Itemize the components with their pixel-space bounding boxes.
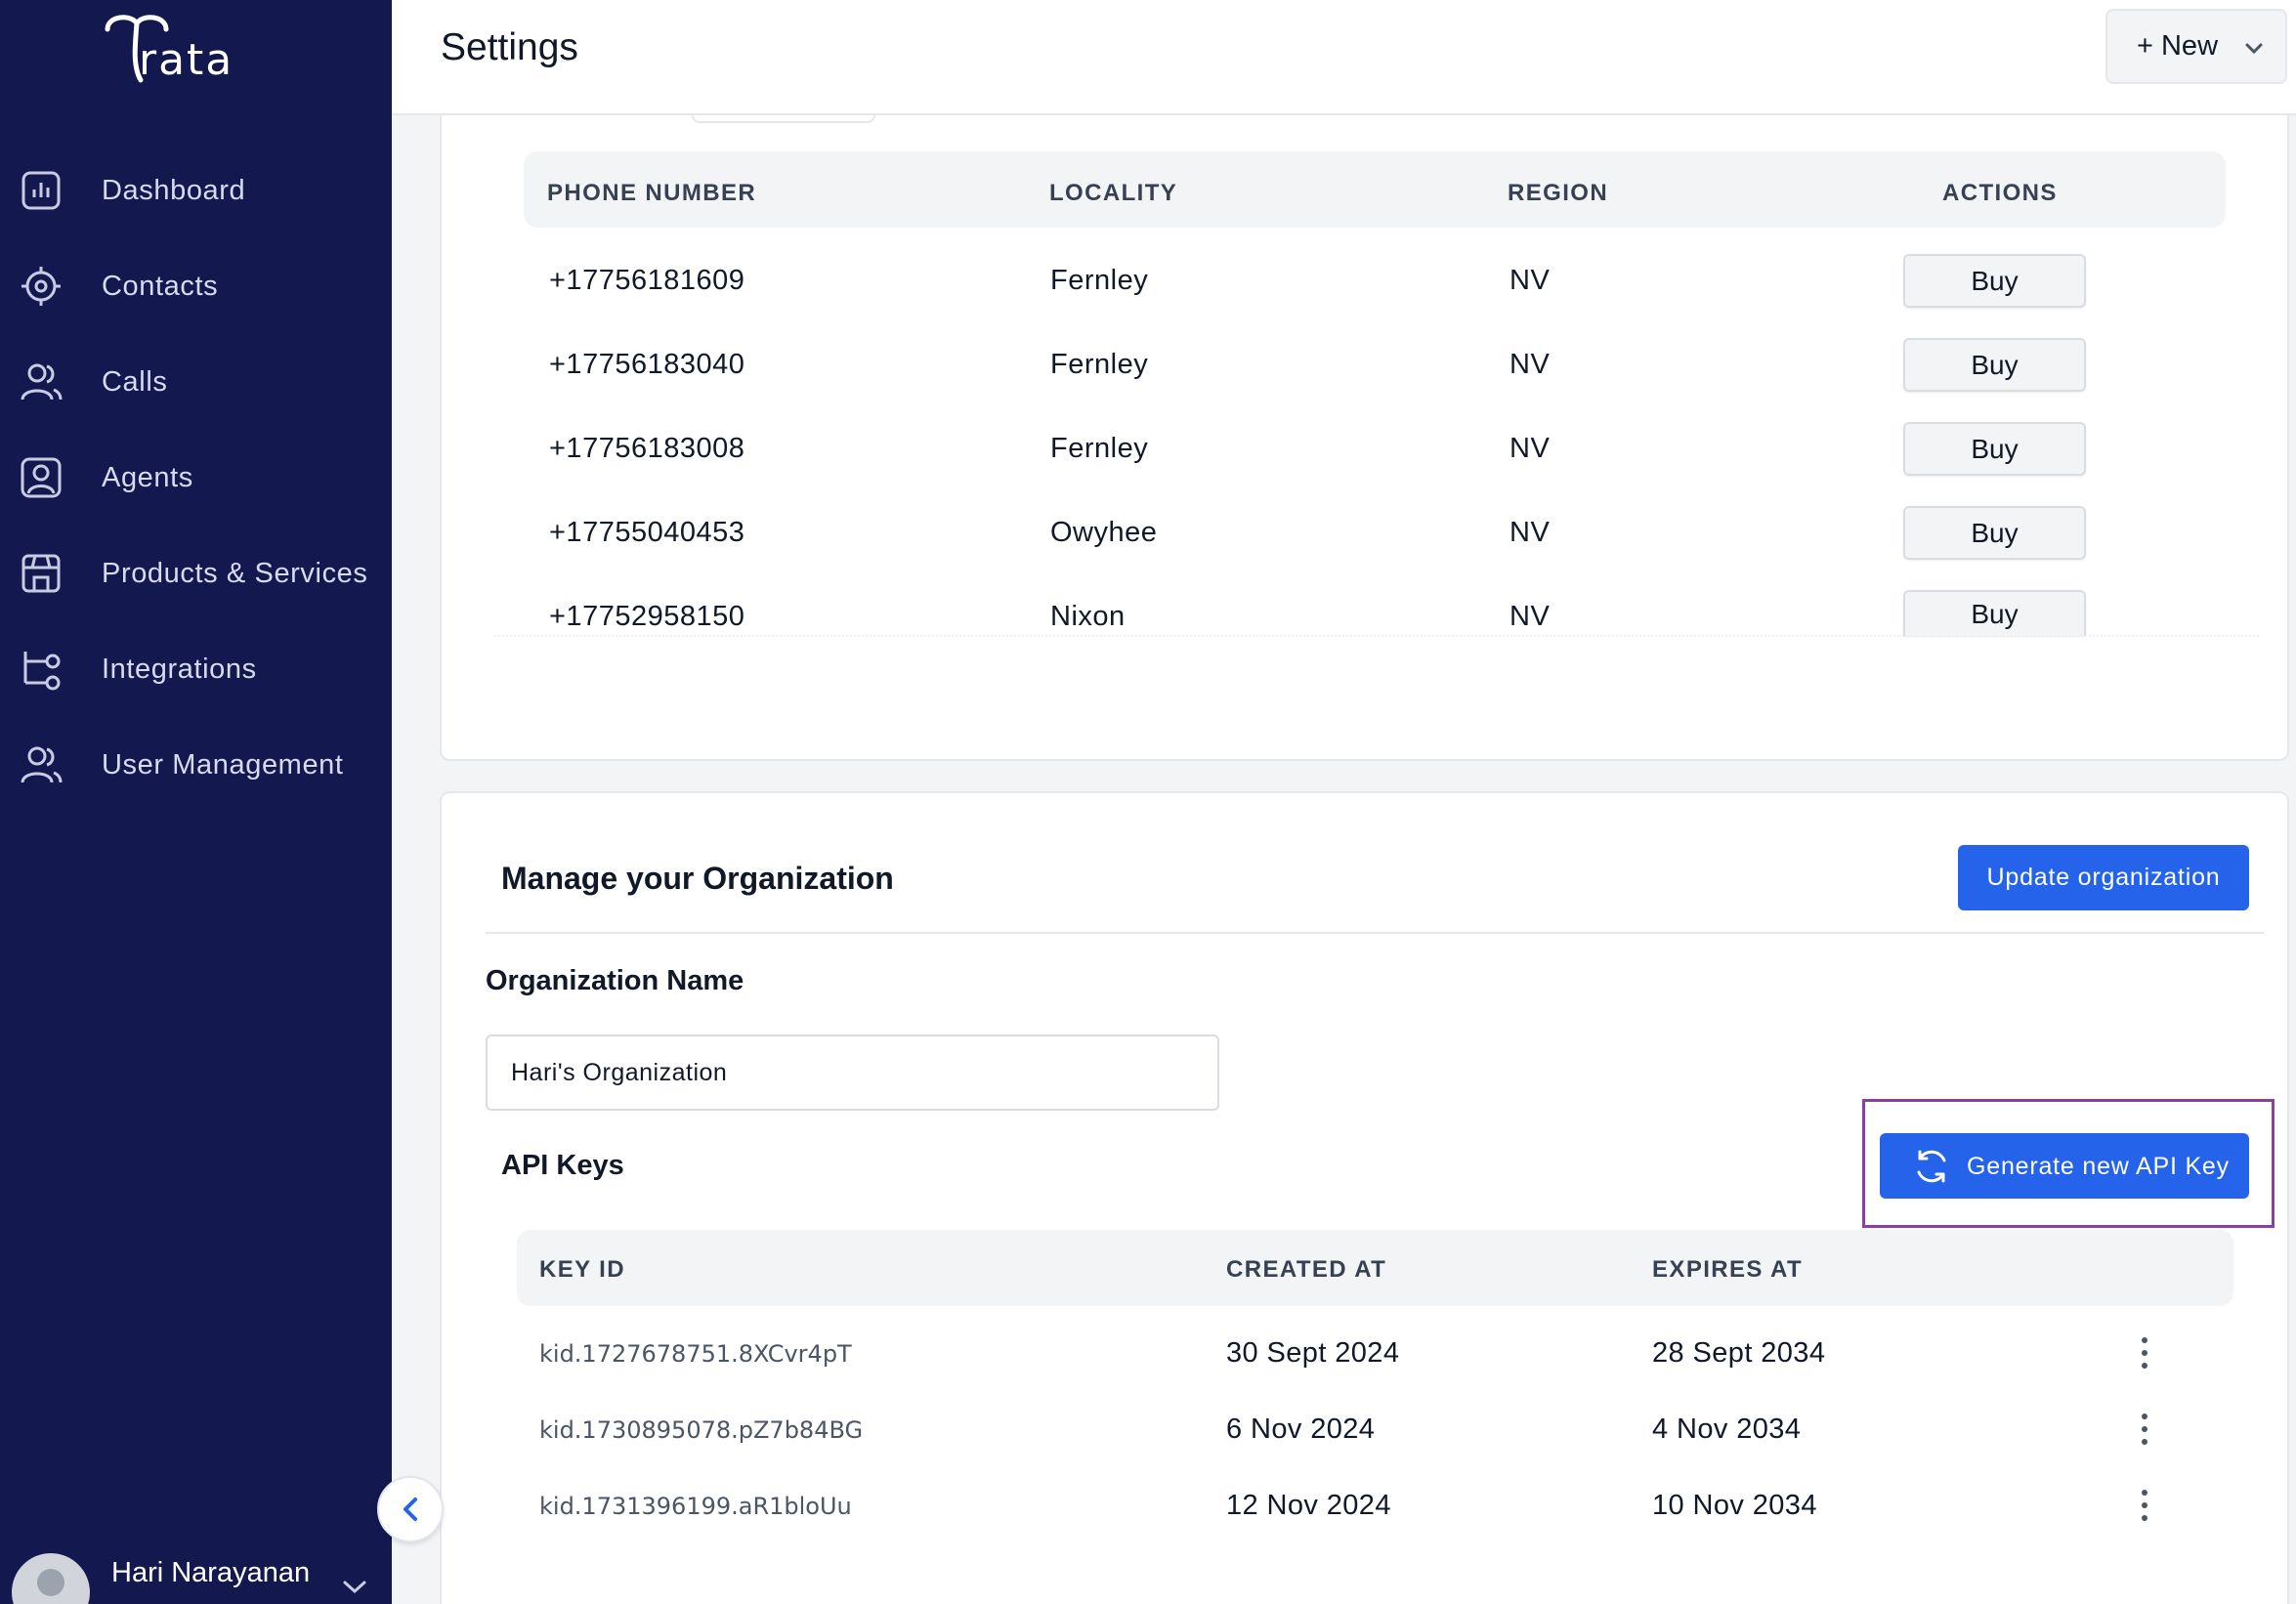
avatar	[12, 1553, 90, 1604]
kebab-menu-icon[interactable]	[2135, 1337, 2154, 1369]
phone-number: +17756183008	[549, 433, 745, 464]
sidebar-item-agents[interactable]: Agents	[0, 446, 392, 509]
region: NV	[1509, 265, 1551, 296]
sidebar: rata Dashboard Contacts Calls Agents Pro…	[0, 0, 392, 1604]
locality: Fernley	[1050, 349, 1149, 380]
new-button-label: + New	[2137, 30, 2219, 62]
column-header-region: REGION	[1508, 180, 1609, 206]
created-at: 6 Nov 2024	[1226, 1414, 1376, 1445]
phone-number: +17756183040	[549, 349, 745, 380]
expires-at: 10 Nov 2034	[1652, 1490, 1817, 1521]
expires-at: 28 Sept 2034	[1652, 1337, 1826, 1369]
scroll-fade-edge	[494, 635, 2259, 637]
users-icon	[18, 359, 64, 405]
sidebar-item-label: Calls	[102, 365, 168, 398]
api-keys-label: API Keys	[501, 1150, 624, 1181]
buy-button[interactable]: Buy	[1903, 338, 2086, 392]
locality: Owyhee	[1050, 517, 1158, 548]
sidebar-item-contacts[interactable]: Contacts	[0, 255, 392, 317]
key-id: kid.1730895078.pZ7b84BG	[539, 1416, 864, 1444]
region: NV	[1509, 601, 1551, 632]
phone-number: +17752958150	[549, 601, 745, 632]
column-header-expires-at: EXPIRES AT	[1652, 1256, 1804, 1283]
buy-button[interactable]: Buy	[1903, 422, 2086, 476]
created-at: 12 Nov 2024	[1226, 1490, 1391, 1521]
locality: Fernley	[1050, 265, 1149, 296]
chevron-left-icon	[404, 1498, 417, 1521]
sidebar-item-integrations[interactable]: Integrations	[0, 638, 392, 700]
sidebar-item-label: User Management	[102, 748, 344, 781]
column-header-phone: PHONE NUMBER	[547, 180, 757, 206]
divider	[486, 932, 2264, 934]
sidebar-item-label: Integrations	[102, 653, 257, 685]
buy-button[interactable]: Buy	[1903, 254, 2086, 308]
sidebar-item-dashboard[interactable]: Dashboard	[0, 159, 392, 222]
integrations-icon	[18, 646, 64, 693]
section-title: Manage your Organization	[501, 861, 894, 896]
sidebar-item-label: Dashboard	[102, 174, 246, 206]
kebab-menu-icon[interactable]	[2135, 1490, 2154, 1521]
key-id: kid.1727678751.8XCvr4pT	[539, 1340, 852, 1368]
column-header-actions: ACTIONS	[1942, 180, 2058, 206]
locality: Nixon	[1050, 601, 1126, 632]
store-icon	[18, 550, 64, 597]
page-header: Settings + New	[392, 0, 2296, 115]
user-profile[interactable]: Hari Narayanan	[0, 1539, 392, 1604]
region: NV	[1509, 517, 1551, 548]
region: NV	[1509, 349, 1551, 380]
phone-number: +17756181609	[549, 265, 745, 296]
new-button[interactable]: + New	[2105, 9, 2287, 84]
logo-text: rata	[139, 35, 234, 85]
organization-name-label: Organization Name	[486, 965, 744, 996]
created-at: 30 Sept 2024	[1226, 1337, 1400, 1369]
target-icon	[18, 263, 64, 310]
app-logo[interactable]: rata	[102, 8, 268, 86]
sidebar-item-label: Agents	[102, 461, 193, 493]
column-header-key-id: KEY ID	[539, 1256, 625, 1283]
user-name: Hari Narayanan	[111, 1557, 311, 1588]
organization-name-input[interactable]	[486, 1034, 1219, 1111]
expires-at: 4 Nov 2034	[1652, 1414, 1802, 1445]
agent-icon	[18, 454, 64, 501]
refresh-icon	[1917, 1150, 1946, 1183]
page-title: Settings	[441, 26, 578, 68]
buy-button[interactable]: Buy	[1903, 590, 2086, 636]
sidebar-item-user-management[interactable]: User Management	[0, 734, 392, 796]
update-organization-button[interactable]: Update organization	[1958, 845, 2249, 910]
kebab-menu-icon[interactable]	[2135, 1414, 2154, 1445]
sidebar-item-label: Contacts	[102, 270, 219, 302]
sidebar-item-calls[interactable]: Calls	[0, 351, 392, 413]
region: NV	[1509, 433, 1551, 464]
chevron-down-icon	[2245, 43, 2263, 55]
generate-api-key-button[interactable]: Generate new API Key	[1880, 1133, 2249, 1199]
generate-api-key-label: Generate new API Key	[1967, 1153, 2230, 1180]
column-header-locality: LOCALITY	[1049, 180, 1178, 206]
key-id: kid.1731396199.aR1bloUu	[539, 1493, 852, 1520]
sidebar-item-label: Products & Services	[102, 557, 368, 589]
locality: Fernley	[1050, 433, 1149, 464]
column-header-created-at: CREATED AT	[1226, 1256, 1387, 1283]
user-management-icon	[18, 741, 64, 788]
chart-icon	[18, 167, 64, 214]
phone-number: +17755040453	[549, 517, 745, 548]
collapse-sidebar-button[interactable]	[377, 1476, 444, 1542]
sidebar-item-products-services[interactable]: Products & Services	[0, 542, 392, 605]
chevron-down-icon	[343, 1581, 366, 1594]
buy-button[interactable]: Buy	[1903, 506, 2086, 560]
